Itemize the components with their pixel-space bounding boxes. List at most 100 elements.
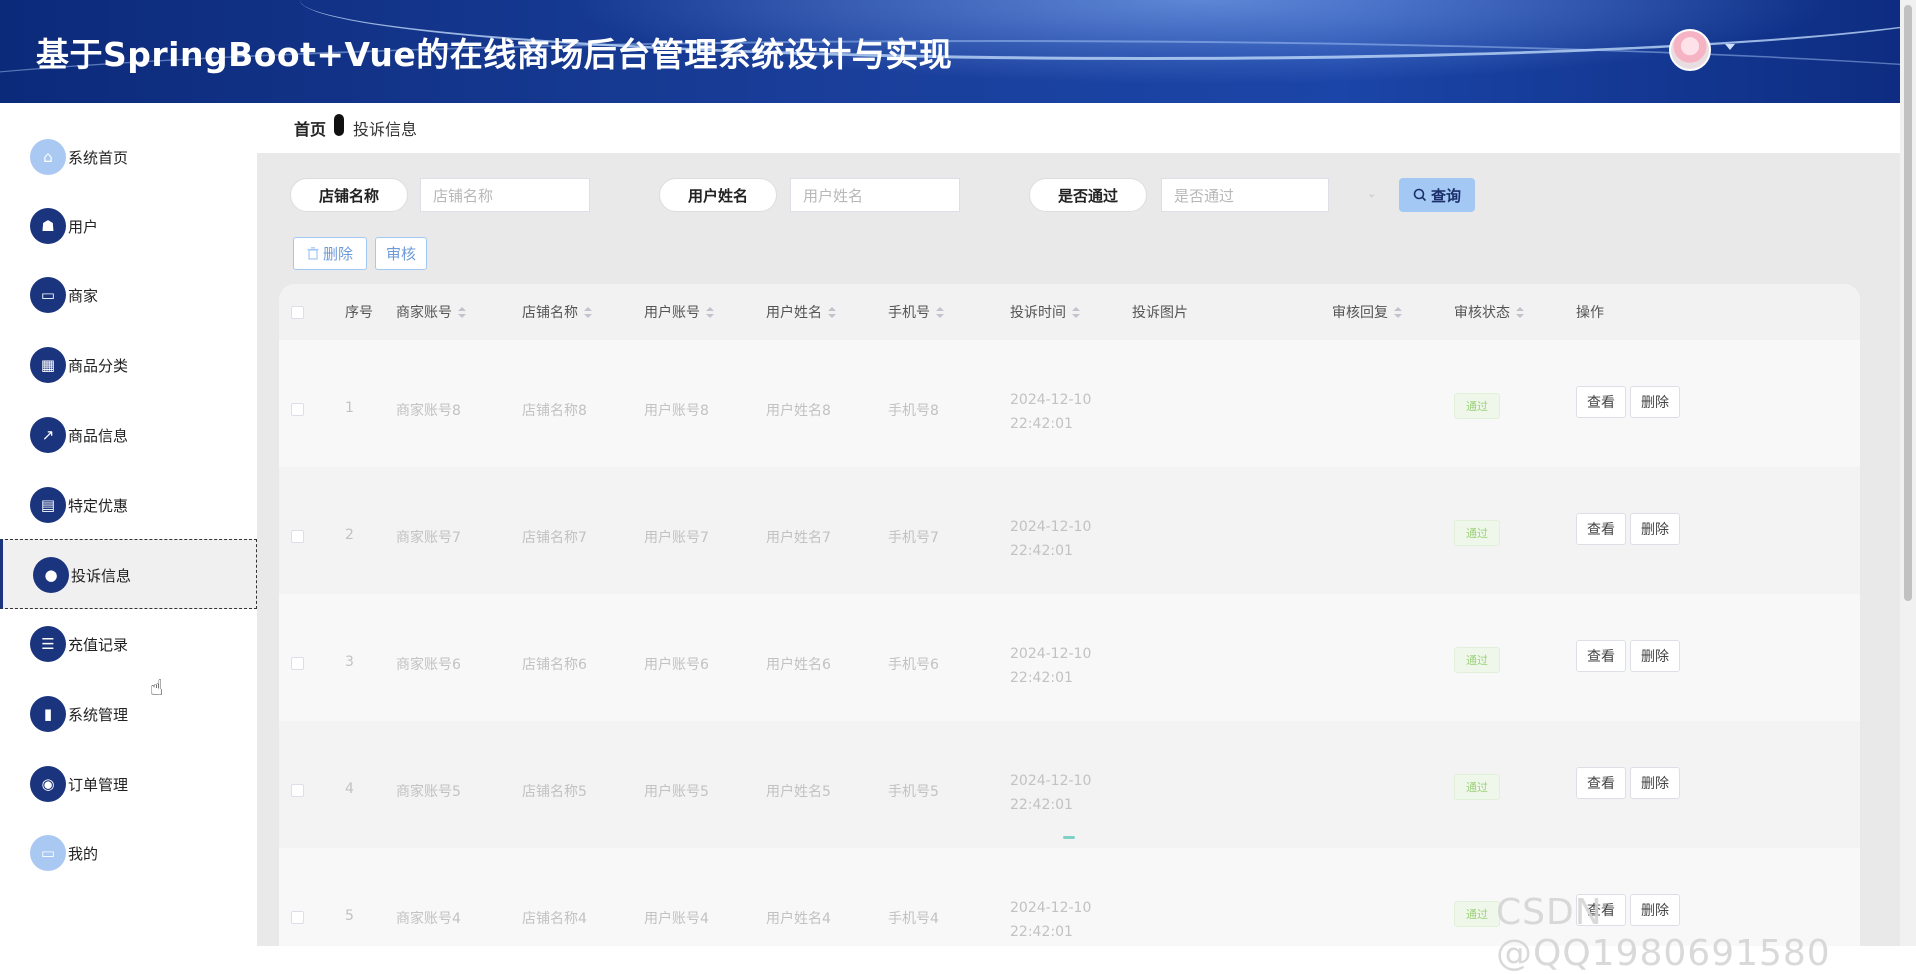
review-button-label: 审核: [385, 245, 416, 263]
row-checkbox[interactable]: [291, 530, 304, 543]
cell-phone: 手机号4: [888, 911, 939, 927]
row-checkbox[interactable]: [291, 911, 304, 924]
sidebar-item-label: 商品分类: [68, 357, 129, 375]
chevron-down-icon[interactable]: [1725, 44, 1735, 50]
sort-icon[interactable]: [584, 307, 592, 319]
column-header[interactable]: 用户账号: [644, 302, 714, 322]
sidebar-item-label: 我的: [68, 845, 99, 863]
sidebar-item-2[interactable]: ☗ 用户: [0, 191, 257, 261]
card-icon: ▭: [30, 835, 66, 871]
sidebar-item-6[interactable]: ▤ 特定优惠: [0, 470, 257, 540]
sidebar-item-label: 特定优惠: [68, 497, 129, 515]
cell-name: 用户姓名8: [766, 403, 831, 419]
main-content: 店铺名称 店铺名称 用户姓名 用户姓名 是否通过 是否通过 ⌄ 查询 删除 审核…: [257, 153, 1900, 946]
column-header[interactable]: 商家账号: [396, 302, 466, 322]
column-header[interactable]: 店铺名称: [522, 302, 592, 322]
column-header[interactable]: 审核回复: [1332, 302, 1402, 322]
cell-phone: 手机号7: [888, 530, 939, 546]
row-delete-button[interactable]: 删除: [1630, 767, 1680, 799]
sidebar-item-8[interactable]: ☰ 充值记录: [0, 609, 257, 679]
cell-merchant: 商家账号4: [396, 911, 461, 927]
row-delete-button[interactable]: 删除: [1630, 640, 1680, 672]
sidebar-item-4[interactable]: ▦ 商品分类: [0, 330, 257, 400]
sort-icon[interactable]: [1516, 307, 1524, 319]
column-header: 序号: [345, 305, 373, 321]
cell-index: 3: [345, 654, 354, 670]
cell-phone: 手机号8: [888, 403, 939, 419]
cell-shop: 店铺名称7: [522, 530, 587, 546]
column-header[interactable]: 投诉时间: [1010, 302, 1080, 322]
status-badge: 通过: [1454, 647, 1500, 673]
bulk-delete-button[interactable]: 删除: [293, 237, 367, 270]
column-header[interactable]: 用户姓名: [766, 302, 836, 322]
sidebar-item-label: 充值记录: [68, 636, 129, 654]
sidebar-item-5[interactable]: ↗ 商品信息: [0, 400, 257, 470]
list-icon: ☰: [30, 626, 66, 662]
sort-icon[interactable]: [706, 307, 714, 319]
sidebar-item-label: 商品信息: [68, 427, 129, 445]
row-delete-button[interactable]: 删除: [1630, 513, 1680, 545]
cell-name: 用户姓名4: [766, 911, 831, 927]
view-button[interactable]: 查看: [1576, 513, 1626, 545]
sort-icon[interactable]: [828, 307, 836, 319]
status-badge: 通过: [1454, 393, 1500, 419]
user-name-label: 用户姓名: [659, 178, 777, 212]
cell-account: 用户账号8: [644, 403, 709, 419]
sidebar-item-3[interactable]: ▭ 商家: [0, 260, 257, 330]
sidebar-item-9[interactable]: ▮ 系统管理: [0, 679, 257, 749]
cell-time: 2024-12-10 22:42:01: [1010, 646, 1092, 686]
shop-name-input[interactable]: 店铺名称: [420, 178, 590, 212]
sort-icon[interactable]: [1394, 307, 1402, 319]
cell-time: 2024-12-10 22:42:01: [1010, 392, 1092, 432]
complaints-table: 序号 商家账号 店铺名称 用户账号 用户姓名 手机号 投诉时间 投诉图片 审核回…: [279, 284, 1860, 946]
row-delete-button[interactable]: 删除: [1630, 386, 1680, 418]
sidebar-item-1[interactable]: ⌂ 系统首页: [0, 122, 257, 192]
bulk-delete-label: 删除: [322, 245, 353, 263]
cell-merchant: 商家账号5: [396, 784, 461, 800]
cell-time: 2024-12-10 22:42:01: [1010, 519, 1092, 559]
sort-icon[interactable]: [458, 307, 466, 319]
pass-status-select[interactable]: 是否通过: [1161, 178, 1329, 212]
person-icon: ●: [33, 557, 69, 593]
chevron-down-icon[interactable]: ⌄: [1367, 187, 1376, 200]
column-header-label: 审核状态: [1454, 305, 1510, 321]
view-button[interactable]: 查看: [1576, 386, 1626, 418]
cell-time: 2024-12-10 22:42:01: [1010, 773, 1092, 813]
cell-name: 用户姓名7: [766, 530, 831, 546]
cell-account: 用户账号7: [644, 530, 709, 546]
breadcrumb-home[interactable]: 首页: [294, 116, 326, 140]
select-all-checkbox[interactable]: [291, 306, 304, 319]
shop-name-label: 店铺名称: [290, 178, 408, 212]
sidebar-item-label: 系统首页: [68, 149, 129, 167]
row-checkbox[interactable]: [291, 784, 304, 797]
sort-icon[interactable]: [1072, 307, 1080, 319]
avatar[interactable]: [1669, 29, 1711, 71]
sort-icon[interactable]: [936, 307, 944, 319]
trash-icon: [307, 247, 319, 260]
cell-account: 用户账号5: [644, 784, 709, 800]
status-badge: 通过: [1454, 520, 1500, 546]
app-header: 基于SpringBoot+Vue的在线商场后台管理系统设计与实现: [0, 0, 1916, 103]
sidebar-item-7[interactable]: ● 投诉信息: [0, 539, 257, 609]
sidebar-item-label: 投诉信息: [71, 567, 132, 585]
pointer-cursor-icon: ☝: [150, 676, 164, 701]
breadcrumb-separator-icon: [334, 114, 344, 136]
column-header[interactable]: 手机号: [888, 302, 944, 322]
watermark: CSDN @QQ1980691580: [1496, 892, 1831, 974]
cell-merchant: 商家账号7: [396, 530, 461, 546]
row-checkbox[interactable]: [291, 657, 304, 670]
sidebar-item-10[interactable]: ◉ 订单管理: [0, 749, 257, 819]
view-button[interactable]: 查看: [1576, 767, 1626, 799]
view-button[interactable]: 查看: [1576, 640, 1626, 672]
cell-merchant: 商家账号8: [396, 403, 461, 419]
query-button[interactable]: 查询: [1399, 178, 1475, 212]
column-header[interactable]: 审核状态: [1454, 302, 1524, 322]
scrollbar-thumb[interactable]: [1904, 5, 1912, 601]
row-checkbox[interactable]: [291, 403, 304, 416]
user-name-input[interactable]: 用户姓名: [790, 178, 960, 212]
column-header-label: 手机号: [888, 305, 930, 321]
grid-icon: ▦: [30, 347, 66, 383]
sidebar-item-11[interactable]: ▭ 我的: [0, 818, 257, 888]
review-button[interactable]: 审核: [375, 237, 427, 270]
user-icon: ☗: [30, 208, 66, 244]
